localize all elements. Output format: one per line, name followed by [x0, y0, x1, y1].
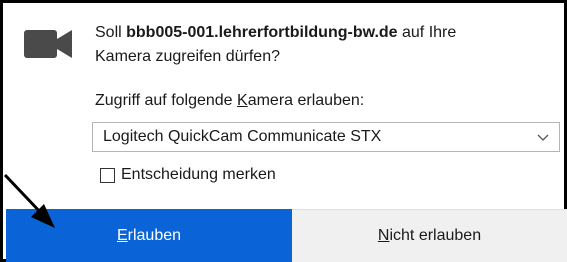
message-line-2: Kamera zugreifen dürfen? — [95, 48, 280, 65]
deny-label: icht erlauben — [389, 227, 482, 244]
remember-decision-checkbox[interactable] — [100, 167, 115, 183]
deny-button[interactable]: Nicht erlauben — [292, 209, 567, 262]
allow-access-key: E — [116, 226, 128, 244]
camera-select[interactable]: Logitech QuickCam Communicate STX — [92, 122, 560, 152]
message-prefix: Soll — [95, 24, 127, 41]
message-suffix: auf Ihre — [397, 24, 457, 41]
remember-decision-row[interactable]: Entscheidung merken — [100, 165, 276, 185]
allow-label: rlauben — [127, 226, 182, 244]
remember-decision-label: Entscheidung merken — [121, 166, 276, 183]
chevron-down-icon — [537, 134, 549, 141]
permission-dialog: Soll bbb005-001.lehrerfortbildung-bw.de … — [0, 0, 567, 262]
site-host: bbb005-001.lehrerfortbildung-bw.de — [126, 24, 398, 41]
camera-select-access-key: K — [237, 92, 248, 109]
camera-select-label: Zugriff auf folgende Kamera erlauben: — [95, 92, 364, 110]
arrow-icon — [3, 173, 55, 228]
camera-select-label-rest: amera erlauben: — [247, 92, 365, 109]
camera-icon — [24, 30, 72, 58]
camera-select-value: Logitech QuickCam Communicate STX — [103, 128, 382, 145]
camera-select-label-text: Zugriff auf folgende — [95, 92, 238, 109]
deny-access-key: N — [377, 227, 390, 244]
dialog-buttons: Erlauben Nicht erlauben — [6, 209, 567, 262]
permission-message: Soll bbb005-001.lehrerfortbildung-bw.de … — [95, 21, 555, 69]
